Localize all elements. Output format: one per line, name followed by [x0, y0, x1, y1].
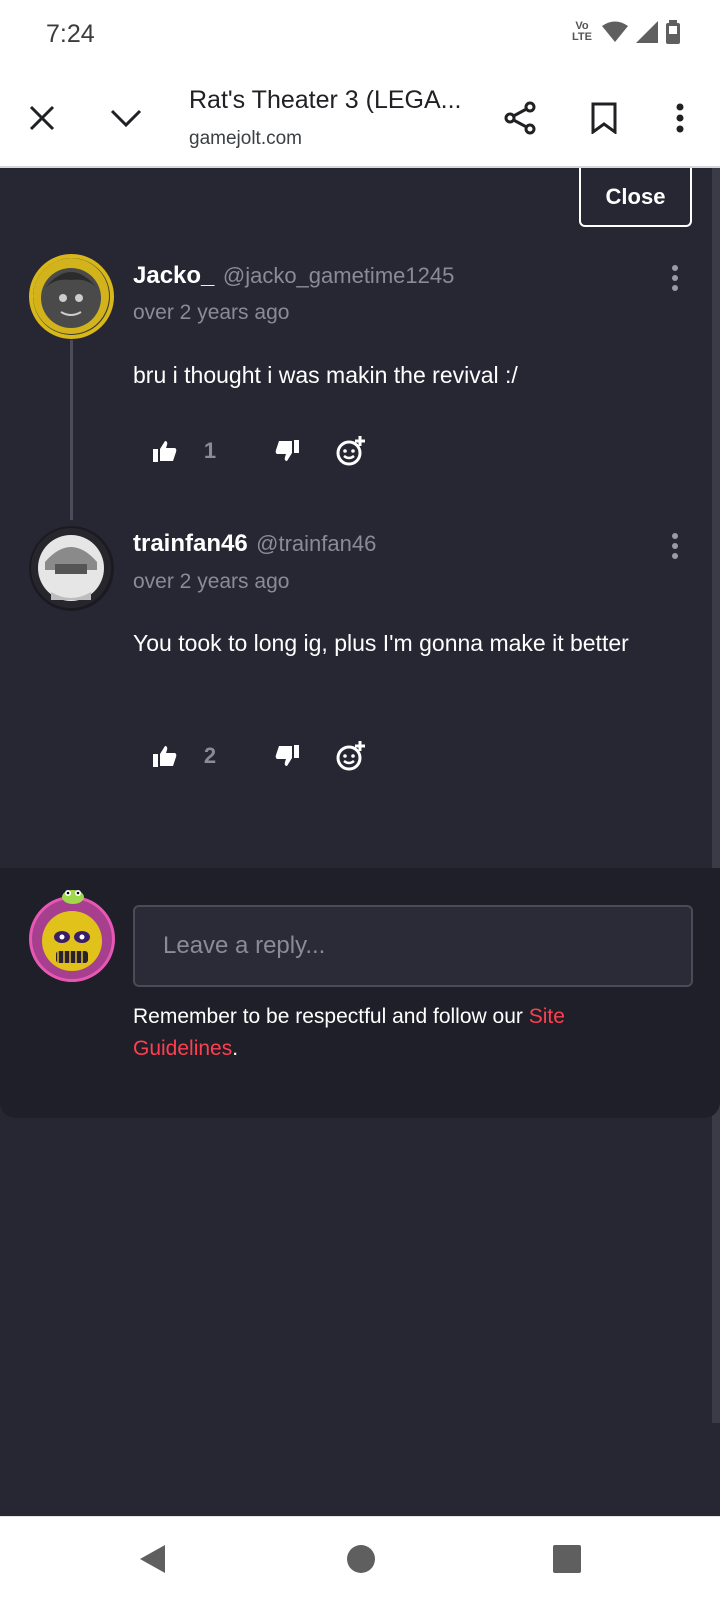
avatar-image: [33, 258, 109, 334]
page-url: gamejolt.com: [189, 128, 302, 149]
status-time: 7:24: [46, 20, 95, 48]
battery-icon: [666, 20, 680, 44]
wifi-icon: [602, 21, 628, 42]
comment-menu-button[interactable]: [660, 258, 690, 298]
comment-author: Jacko_ @jacko_gametime1245: [133, 262, 454, 290]
crown-badge-icon: [62, 890, 84, 904]
close-icon: [29, 105, 55, 131]
recents-icon: [553, 1545, 581, 1573]
emoji-add-icon: [336, 741, 365, 771]
signal-icon: [636, 21, 658, 43]
author-handle[interactable]: @jacko_gametime1245: [223, 263, 454, 288]
more-vert-icon: [672, 533, 678, 559]
avatar[interactable]: [29, 526, 114, 611]
home-icon: [347, 1545, 375, 1573]
page-title: Rat's Theater 3 (LEGA...: [189, 86, 462, 114]
thumbs-down-icon: [275, 745, 299, 766]
status-icons: Vo LTE: [570, 20, 680, 44]
reply-composer: Leave a reply... Remember to be respectf…: [0, 868, 720, 1118]
comment-thread-panel: Close Jacko_ @jacko_gametime1245 over 2 …: [0, 168, 720, 1516]
comment-actions: 1: [145, 426, 405, 476]
comment-timestamp[interactable]: over 2 years ago: [133, 301, 289, 325]
author-handle[interactable]: @trainfan46: [256, 531, 376, 556]
avatar-image: [31, 528, 111, 608]
avatar[interactable]: [29, 254, 114, 339]
volte-icon: Vo LTE: [572, 20, 592, 43]
comment-timestamp[interactable]: over 2 years ago: [133, 570, 289, 594]
dislike-button[interactable]: [267, 731, 307, 781]
recents-button[interactable]: [537, 1537, 597, 1581]
comment-author: trainfan46 @trainfan46: [133, 530, 376, 558]
like-count[interactable]: 2: [195, 731, 225, 781]
thumbs-up-icon: [153, 746, 177, 767]
more-vert-icon: [676, 103, 684, 133]
thumbs-up-icon: [153, 441, 177, 462]
bookmark-icon: [591, 102, 617, 134]
like-button[interactable]: [145, 426, 185, 476]
guidelines-note: Remember to be respectful and follow our…: [133, 1001, 653, 1065]
reply-input[interactable]: Leave a reply...: [133, 905, 693, 987]
back-button[interactable]: [122, 1537, 182, 1581]
scrollbar[interactable]: [712, 168, 720, 1423]
comment-text: You took to long ig, plus I'm gonna make…: [133, 630, 629, 656]
more-vert-icon: [672, 265, 678, 291]
author-name[interactable]: trainfan46: [133, 530, 248, 557]
chevron-down-icon: [110, 109, 142, 128]
author-name[interactable]: Jacko_: [133, 262, 214, 289]
comment-actions: 2: [145, 731, 405, 781]
current-user-avatar[interactable]: [29, 890, 115, 982]
add-reaction-button[interactable]: [329, 426, 373, 476]
system-nav-bar: [0, 1516, 720, 1600]
comment-text: bru i thought i was makin the revival :/: [133, 362, 518, 388]
like-count[interactable]: 1: [195, 426, 225, 476]
back-icon: [140, 1545, 165, 1573]
home-button[interactable]: [331, 1537, 391, 1581]
share-icon: [504, 101, 536, 135]
close-button[interactable]: Close: [579, 168, 692, 227]
guidelines-suffix: .: [232, 1037, 239, 1060]
thread-connector: [70, 340, 73, 520]
thumbs-down-icon: [275, 440, 299, 461]
add-reaction-button[interactable]: [329, 731, 373, 781]
avatar-image: [34, 901, 110, 977]
emoji-add-icon: [336, 436, 365, 466]
share-button[interactable]: [484, 70, 556, 166]
guidelines-text: Remember to be respectful and follow our: [133, 1005, 529, 1028]
comment-menu-button[interactable]: [660, 526, 690, 566]
dislike-button[interactable]: [267, 426, 307, 476]
status-bar: 7:24 Vo LTE: [0, 0, 720, 70]
like-button[interactable]: [145, 731, 185, 781]
close-tab-button[interactable]: [6, 70, 78, 166]
bookmark-button[interactable]: [568, 70, 640, 166]
minimize-button[interactable]: [90, 70, 162, 166]
browser-toolbar: Rat's Theater 3 (LEGA... gamejolt.com: [0, 70, 720, 168]
browser-menu-button[interactable]: [644, 70, 716, 166]
